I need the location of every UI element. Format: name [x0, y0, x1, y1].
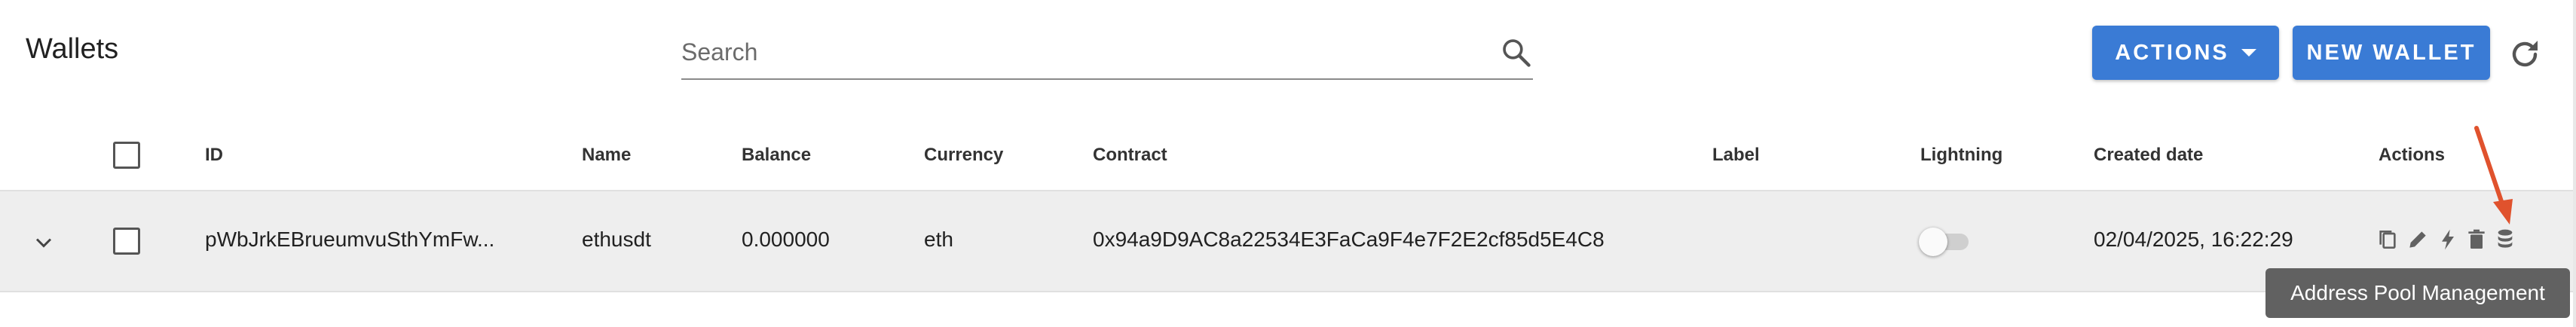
column-header-label[interactable]: Label	[1712, 145, 1760, 166]
cell-name: ethusdt	[582, 228, 651, 251]
select-all-checkbox[interactable]	[113, 142, 140, 169]
actions-button[interactable]: ACTIONS	[2092, 26, 2279, 80]
lightning-icon[interactable]	[2436, 228, 2460, 252]
window-edge	[2573, 0, 2576, 327]
actions-button-label: ACTIONS	[2115, 40, 2229, 65]
column-header-currency[interactable]: Currency	[924, 145, 1003, 166]
delete-icon[interactable]	[2464, 228, 2489, 252]
search-field[interactable]	[681, 30, 1533, 80]
cell-currency: eth	[924, 228, 953, 251]
page-title: Wallets	[26, 33, 119, 65]
row-divider	[0, 291, 2573, 292]
column-header-contract[interactable]: Contract	[1093, 145, 1167, 166]
search-icon[interactable]	[1500, 36, 1533, 69]
annotation-arrow-icon	[2474, 126, 2513, 225]
refresh-icon[interactable]	[2507, 36, 2543, 72]
column-header-name[interactable]: Name	[582, 145, 631, 166]
column-header-id[interactable]: ID	[205, 145, 223, 166]
lightning-toggle[interactable]	[1919, 228, 1975, 256]
row-select-checkbox[interactable]	[113, 228, 140, 255]
copy-icon[interactable]	[2376, 228, 2400, 252]
edit-icon[interactable]	[2406, 228, 2430, 252]
cell-contract: 0x94a9D9AC8a22534E3FaCa9F4e7F2E2cf85d5E4…	[1093, 228, 1605, 251]
tooltip: Address Pool Management	[2265, 268, 2570, 318]
search-input[interactable]	[681, 35, 1435, 69]
new-wallet-button[interactable]: NEW WALLET	[2293, 26, 2490, 80]
caret-down-icon	[2241, 49, 2256, 57]
database-icon[interactable]	[2493, 228, 2517, 252]
column-header-actions: Actions	[2379, 145, 2446, 165]
toggle-thumb	[1919, 228, 1947, 256]
column-header-created-date[interactable]: Created date	[2094, 145, 2203, 166]
column-header-lightning[interactable]: Lightning	[1920, 145, 2002, 166]
wallets-page: Wallets ACTIONS NEW WALLET ID Name Balan…	[0, 0, 2576, 327]
cell-id[interactable]: pWbJrkEBrueumvuSthYmFw...	[205, 228, 494, 252]
cell-balance: 0.000000	[742, 228, 830, 251]
column-header-balance[interactable]: Balance	[742, 145, 811, 166]
cell-created-date: 02/04/2025, 16:22:29	[2094, 228, 2293, 251]
chevron-down-icon[interactable]	[30, 229, 57, 256]
new-wallet-button-label: NEW WALLET	[2306, 40, 2477, 65]
